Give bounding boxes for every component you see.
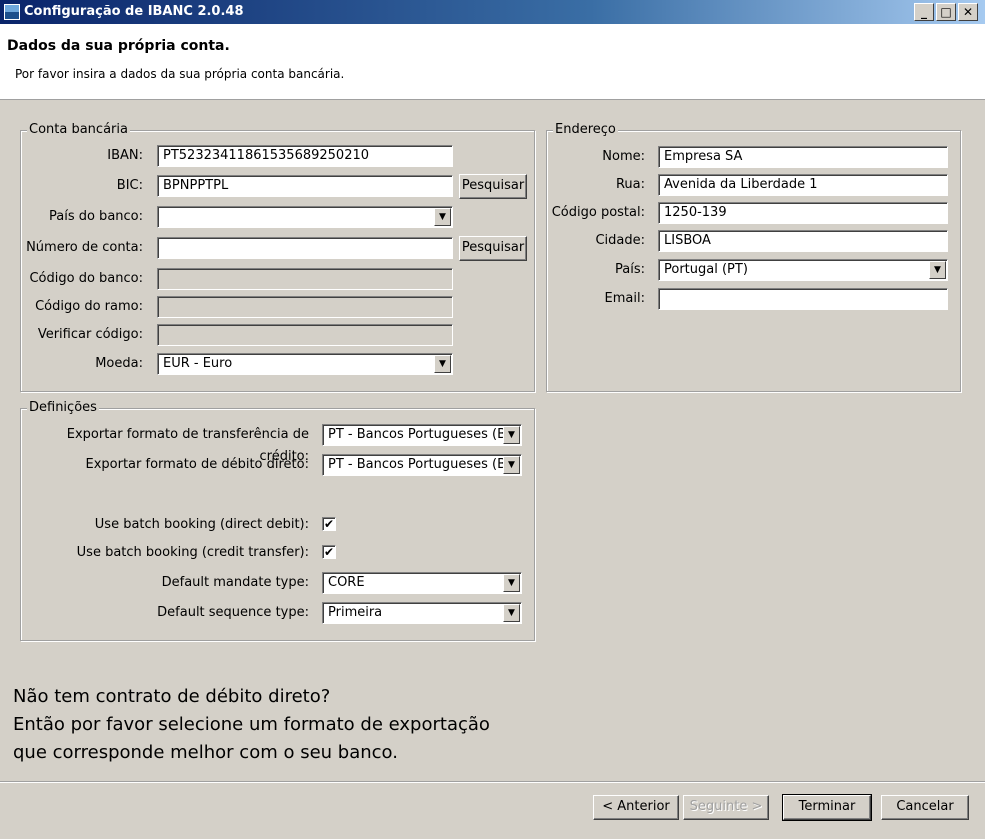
bank-code-label: Código do banco: [29, 271, 143, 286]
page-title: Dados da sua própria conta. [7, 38, 230, 54]
city-label: Cidade: [595, 233, 645, 248]
bank-country-label: País do banco: [48, 209, 143, 224]
currency-select[interactable]: EUR - Euro ▼ [157, 353, 453, 375]
check-icon: ✔ [323, 545, 335, 559]
sequence-type-value: Primeira [328, 605, 383, 620]
info-line-1: Não tem contrato de débito direto? [13, 686, 331, 707]
name-field[interactable]: Empresa SA [658, 146, 948, 168]
window-title: Configuração de IBANC 2.0.48 [24, 4, 244, 19]
close-button[interactable]: ✕ [958, 3, 978, 21]
chevron-down-icon[interactable]: ▼ [434, 355, 451, 373]
debit-format-label: Exportar formato de débito direto: [85, 457, 310, 472]
country-select[interactable]: Portugal (PT) ▼ [658, 259, 948, 281]
account-number-field[interactable] [157, 237, 453, 259]
cancel-button[interactable]: Cancelar [881, 795, 969, 820]
currency-label: Moeda: [95, 356, 143, 371]
branch-code-label: Código do ramo: [35, 299, 143, 314]
mandate-type-label: Default mandate type: [161, 575, 309, 590]
bic-search-button[interactable]: Pesquisar [459, 174, 527, 199]
debit-format-value: PT - Bancos Portugueses (Bc [328, 457, 514, 472]
next-button[interactable]: Seguinte > [683, 795, 769, 820]
batch-ct-checkbox[interactable]: ✔ [322, 545, 336, 559]
info-line-3: que corresponde melhor com o seu banco. [13, 742, 398, 763]
bank-account-legend: Conta bancária [27, 122, 130, 137]
check-code-field [157, 324, 453, 346]
name-label: Nome: [602, 149, 645, 164]
chevron-down-icon[interactable]: ▼ [503, 574, 520, 592]
country-label: País: [615, 262, 645, 277]
info-line-2: Então por favor selecione um formato de … [13, 714, 490, 735]
zip-field[interactable]: 1250-139 [658, 202, 948, 224]
title-bar: Configuração de IBANC 2.0.48 _ □ ✕ [0, 0, 985, 24]
footer-separator [0, 781, 985, 783]
street-label: Rua: [615, 177, 645, 192]
bic-label: BIC: [116, 178, 143, 193]
sequence-type-label: Default sequence type: [157, 605, 309, 620]
back-button[interactable]: < Anterior [593, 795, 679, 820]
chevron-down-icon[interactable]: ▼ [434, 208, 451, 226]
info-text: Não tem contrato de débito direto? Então… [13, 683, 490, 767]
bank-country-select[interactable]: ▼ [157, 206, 453, 228]
sequence-type-select[interactable]: Primeira ▼ [322, 602, 522, 624]
maximize-button[interactable]: □ [936, 3, 956, 21]
branch-code-field [157, 296, 453, 318]
bank-code-field [157, 268, 453, 290]
city-field[interactable]: LISBOA [658, 230, 948, 252]
chevron-down-icon[interactable]: ▼ [929, 261, 946, 279]
chevron-down-icon[interactable]: ▼ [503, 426, 520, 444]
mandate-type-value: CORE [328, 575, 365, 590]
iban-label: IBAN: [107, 148, 143, 163]
credit-format-value: PT - Bancos Portugueses (Bc [328, 427, 514, 442]
check-code-label: Verificar código: [37, 327, 143, 342]
page-subtitle: Por favor insira a dados da sua própria … [15, 67, 345, 81]
batch-ct-label: Use batch booking (credit transfer): [76, 545, 309, 560]
batch-dd-label: Use batch booking (direct debit): [94, 517, 309, 532]
chevron-down-icon[interactable]: ▼ [503, 604, 520, 622]
app-icon [4, 4, 20, 20]
wizard-header: Dados da sua própria conta. Por favor in… [0, 24, 985, 100]
email-field[interactable] [658, 288, 948, 310]
currency-value: EUR - Euro [163, 356, 233, 371]
credit-format-select[interactable]: PT - Bancos Portugueses (Bc ▼ [322, 424, 522, 446]
address-legend: Endereço [553, 122, 618, 137]
settings-legend: Definições [27, 400, 99, 415]
email-label: Email: [604, 291, 645, 306]
minimize-button[interactable]: _ [914, 3, 934, 21]
iban-field[interactable]: PT52323411861535689250210 [157, 145, 453, 167]
account-number-label: Número de conta: [26, 240, 143, 255]
batch-dd-checkbox[interactable]: ✔ [322, 517, 336, 531]
street-field[interactable]: Avenida da Liberdade 1 [658, 174, 948, 196]
debit-format-select[interactable]: PT - Bancos Portugueses (Bc ▼ [322, 454, 522, 476]
check-icon: ✔ [323, 517, 335, 531]
credit-format-label: Exportar formato de transferência de cré… [66, 427, 309, 464]
zip-label: Código postal: [551, 205, 645, 220]
chevron-down-icon[interactable]: ▼ [503, 456, 520, 474]
finish-button[interactable]: Terminar [782, 794, 872, 821]
mandate-type-select[interactable]: CORE ▼ [322, 572, 522, 594]
account-search-button[interactable]: Pesquisar [459, 236, 527, 261]
country-value: Portugal (PT) [664, 262, 748, 277]
bic-field[interactable]: BPNPPTPL [157, 175, 453, 197]
